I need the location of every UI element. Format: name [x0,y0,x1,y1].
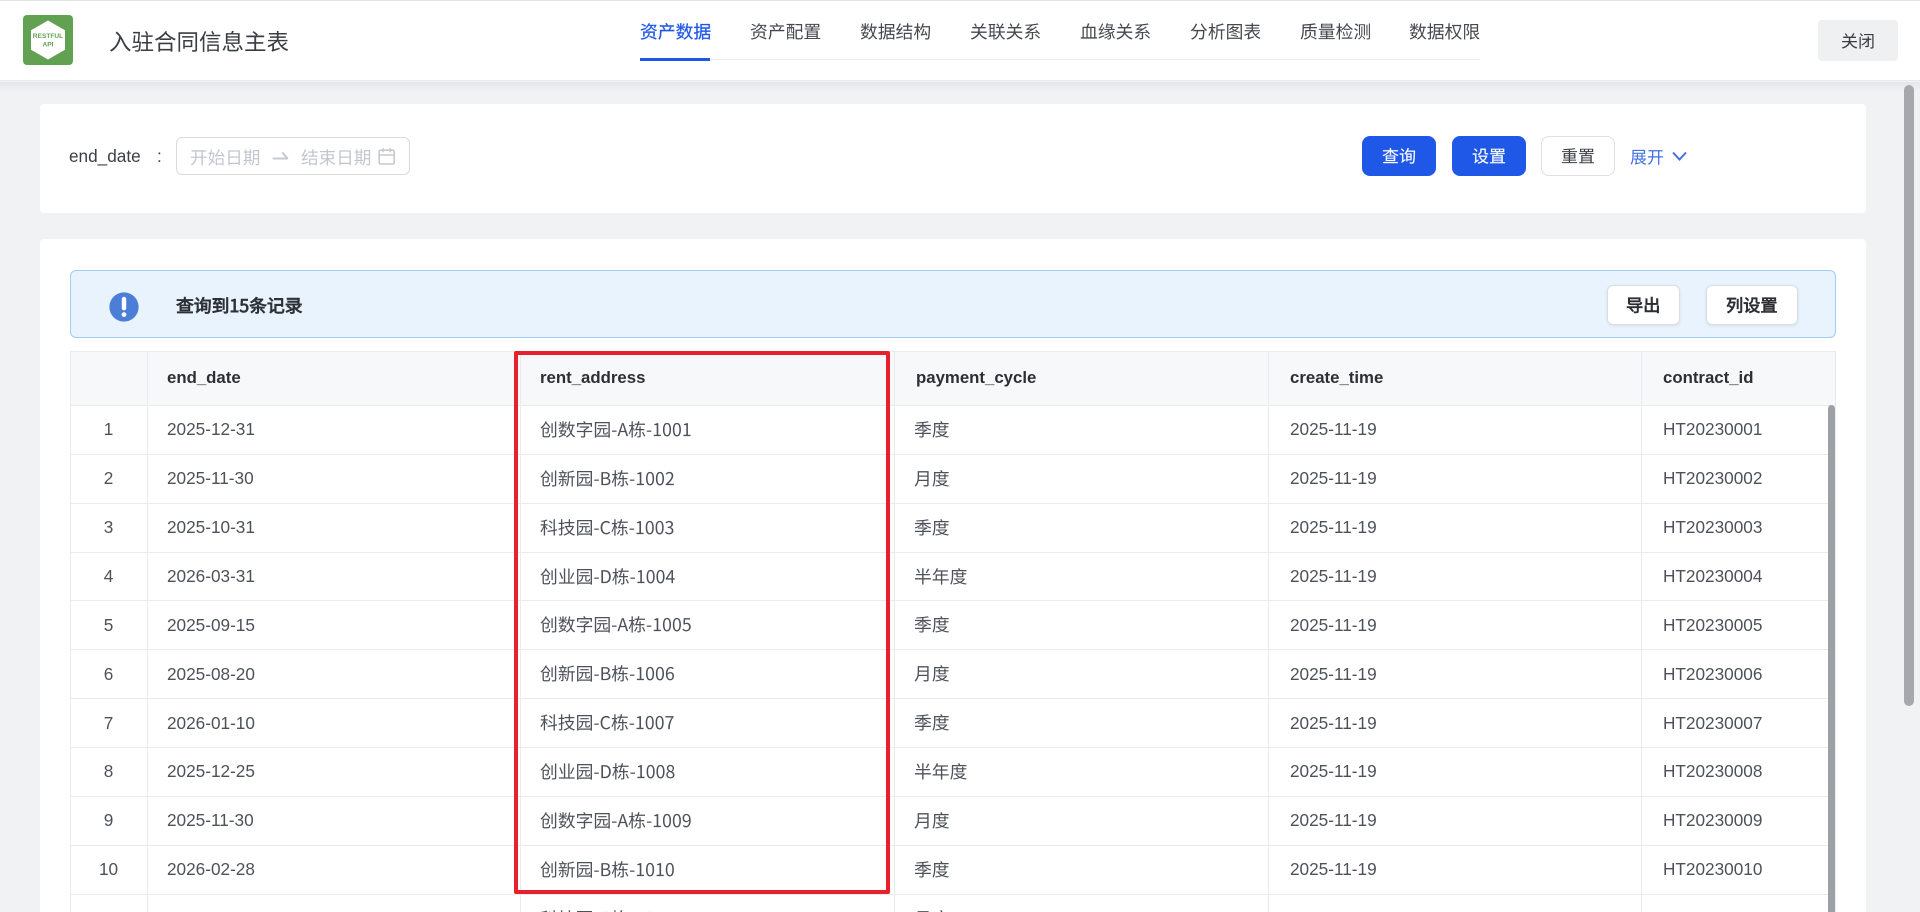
svg-text:RESTFUL: RESTFUL [33,33,63,40]
svg-text:API: API [43,42,54,49]
